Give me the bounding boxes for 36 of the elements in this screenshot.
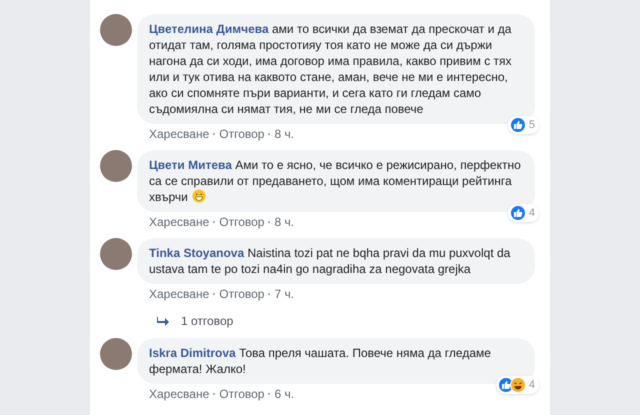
avatar[interactable] [100,14,132,46]
author-link[interactable]: Цветелина Димчева [149,22,269,36]
comment-timestamp[interactable]: 8 ч. [274,214,294,230]
reaction-count: 4 [528,206,536,221]
comment-text: Tinka Stoyanova Naistina tozi pat ne bqha pravi da mu puxvolqt da ustava tam te po tozi na4in go nagradiha za negovata grejka [149,246,510,276]
reaction-badge[interactable]: 4 [508,204,539,222]
comment-action-link[interactable]: Харесване [149,126,210,142]
comment-text: Цвети Митева Ами то е ясно, че всичко е режисирано, перфектно са се справили от предаването, щом има коментиращи рейтинга хвърчи [149,158,521,204]
reply-arrow-icon [157,316,169,326]
comment-timestamp[interactable]: 6 ч. [274,386,294,402]
like-reaction-icon [510,117,526,133]
like-reaction-icon [510,205,526,221]
laughing-reaction-icon [510,377,526,393]
avatar[interactable] [100,150,132,182]
comment-text: Цветелина Димчева ами то всички да вземат да прескочат и да отидат там, голяма простотияу тоя като не може да си държи нагона да си ходи, има договор има правила, какво привим с тях или и тук отива на каквото стане, аман, вече не ми е интересно, ако си спомняте пъри варианти, и сега като ги гледам само съдомиялна си нямат тия, не ми се гледа повече [149,22,512,116]
reaction-count: 4 [528,378,536,393]
comment-action-link[interactable]: Харесване [149,214,210,230]
comment-action-link[interactable]: Харесване [149,386,210,402]
author-link[interactable]: Цвети Митева [149,158,232,172]
comment-action-link[interactable]: Отговор [219,286,264,302]
avatar[interactable] [100,338,132,370]
comment-timestamp[interactable]: 7 ч. [274,286,294,302]
smiling-emoji-icon [192,189,206,203]
reaction-count: 5 [528,118,536,133]
comment-text: Iskra Dimitrova Това преля чашата. Повече няма да гледаме фермата! Жалко! [149,346,491,376]
avatar[interactable] [100,238,132,270]
author-link[interactable]: Iskra Dimitrova [149,346,236,360]
comment-action-link[interactable]: Отговор [219,214,264,230]
comment-action-link[interactable]: Отговор [219,386,264,402]
reaction-badge[interactable]: 5 [508,116,539,134]
comment-timestamp[interactable]: 8 ч. [274,126,294,142]
comment-action-link[interactable]: Харесване [149,286,210,302]
comment-action-link[interactable]: Отговор [219,126,264,142]
reaction-badge[interactable]: 4 [496,376,539,394]
view-replies-link[interactable]: 1 отговор [157,312,540,330]
author-link[interactable]: Tinka Stoyanova [149,246,244,260]
